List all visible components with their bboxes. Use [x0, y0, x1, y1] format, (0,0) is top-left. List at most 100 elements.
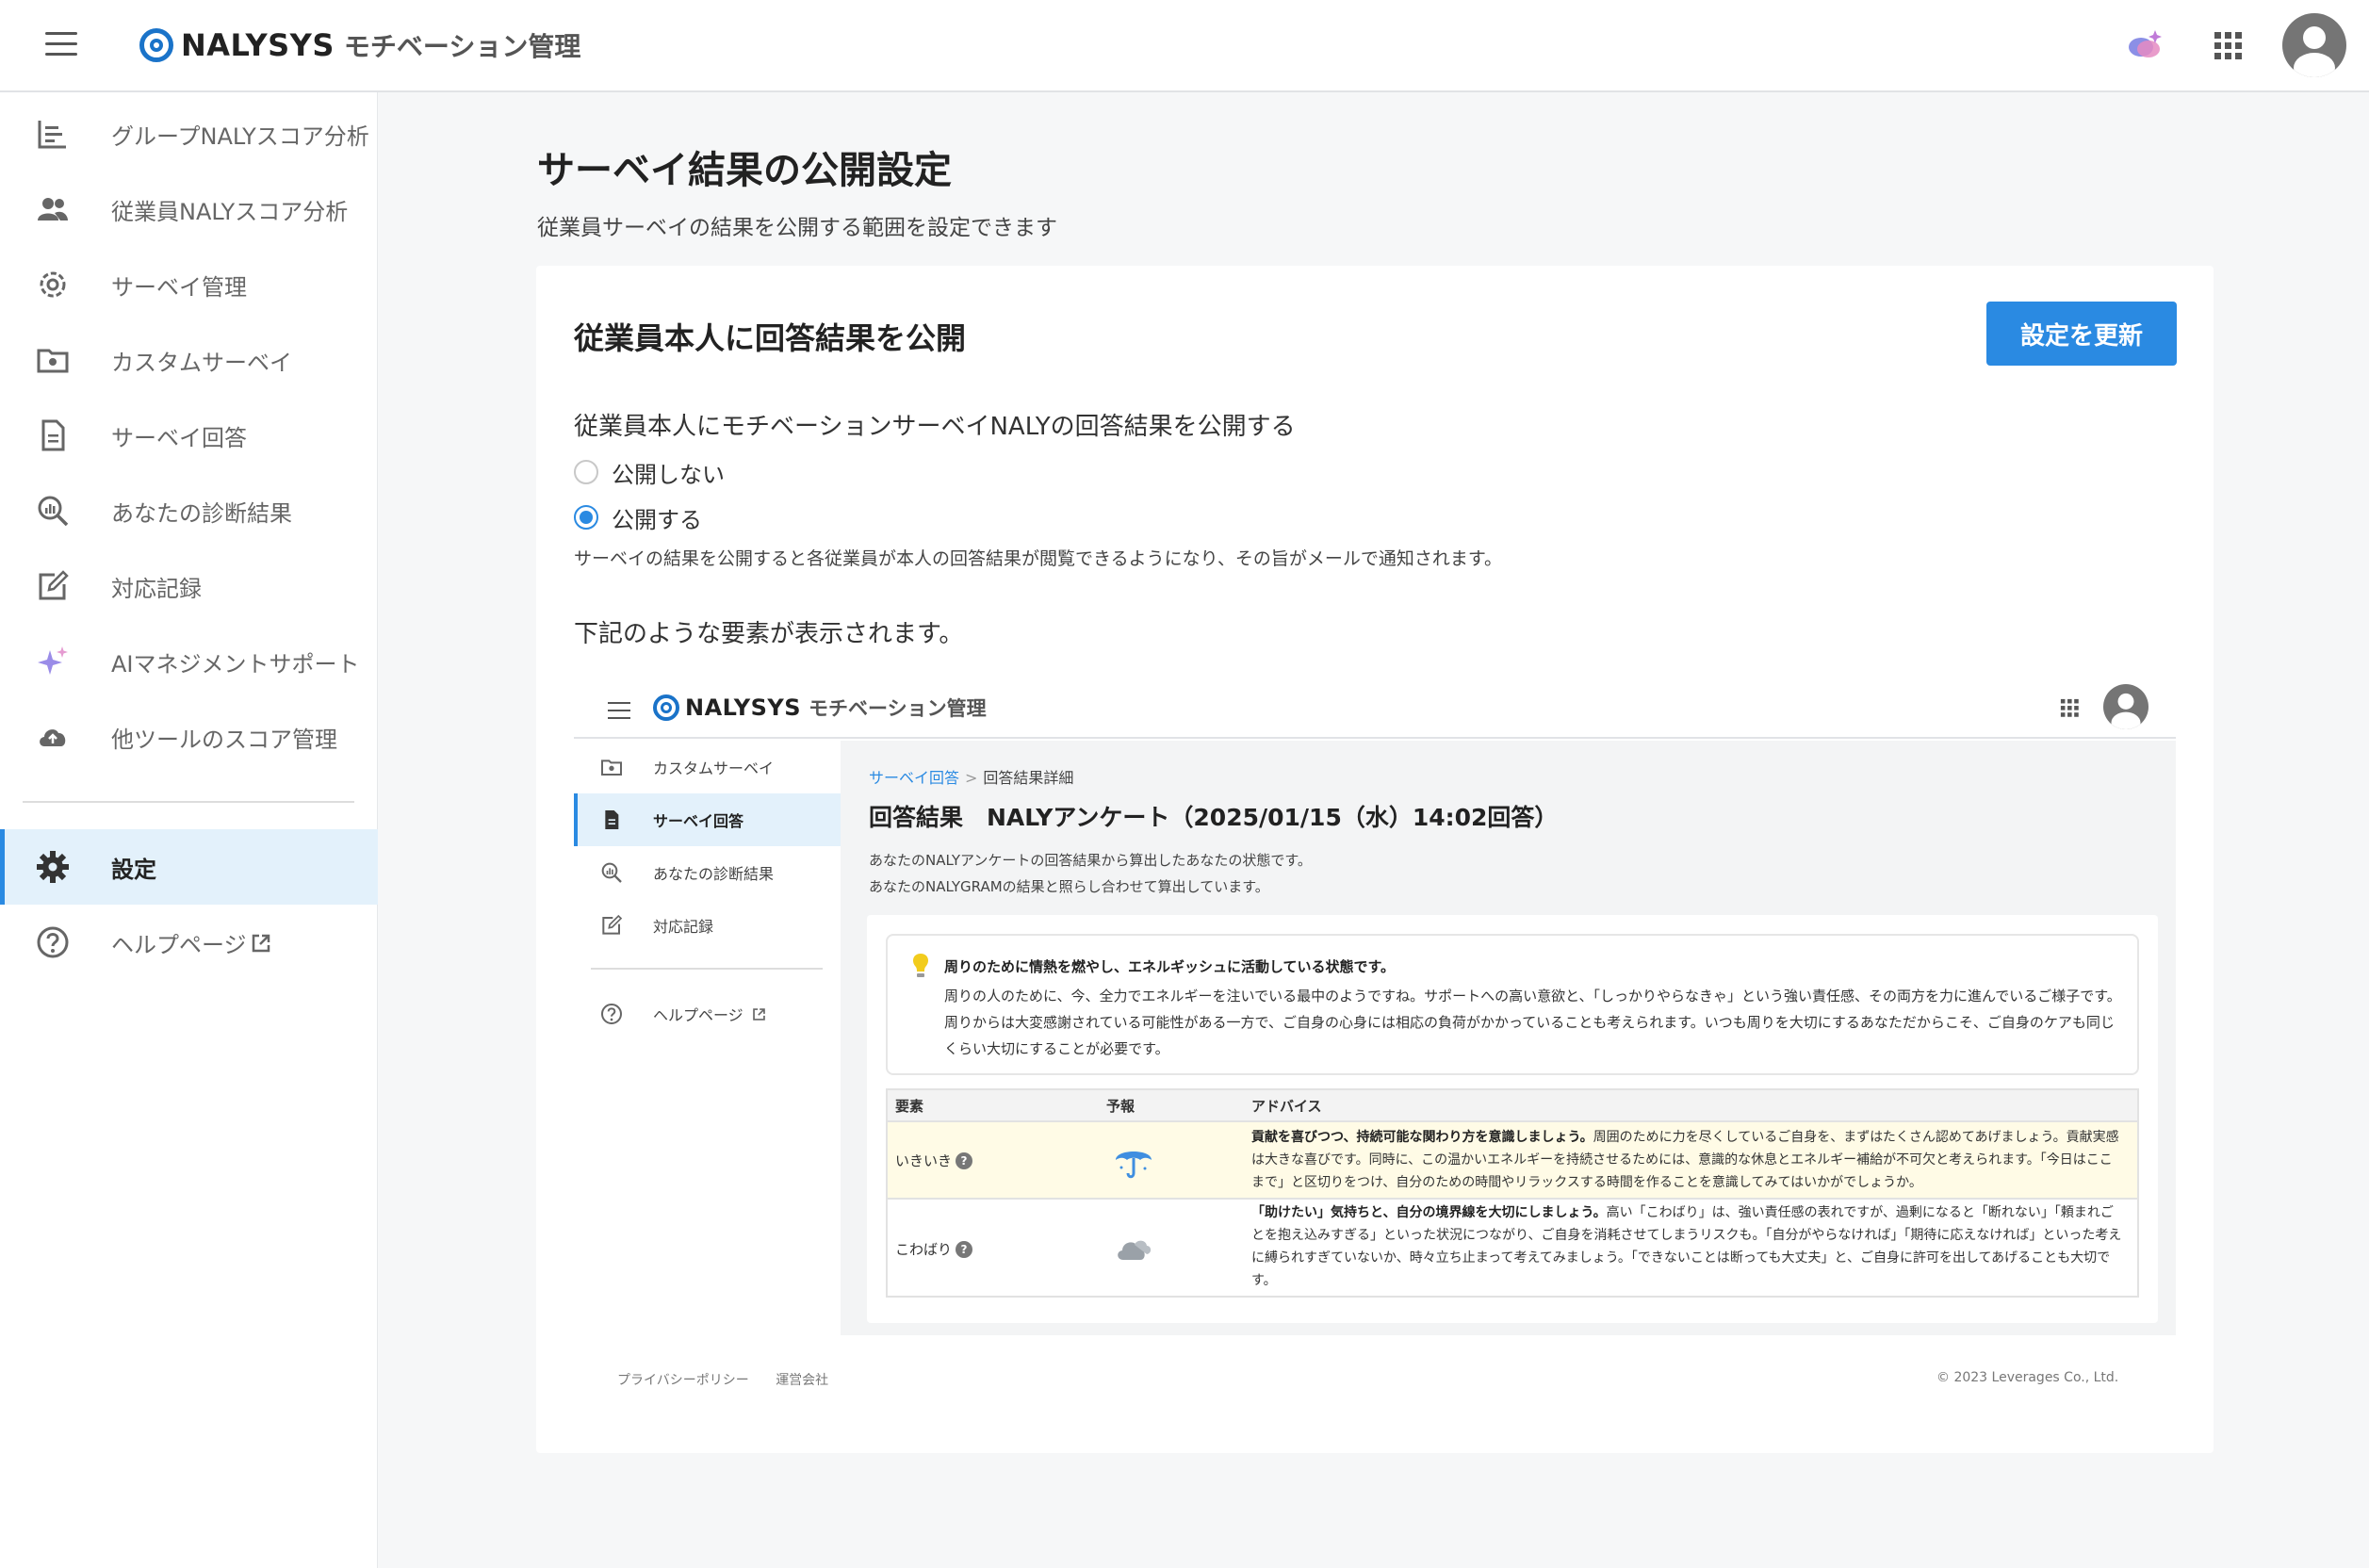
preview-heading: 下記のような要素が表示されます。: [574, 620, 964, 648]
sidebar-divider: [23, 801, 354, 803]
product-name: モチベーション管理: [343, 31, 581, 62]
sidebar-item-label: ヘルプページ: [111, 931, 247, 958]
sidebar-item-label: あなたの診断結果: [111, 499, 292, 527]
preview-result-panel: 周りのために情熱を燃やし、エネルギッシュに活動している状態です。 周りの人のため…: [867, 915, 2158, 1323]
sidebar-item-records[interactable]: 対応記録: [0, 548, 378, 624]
external-link-icon: [252, 934, 270, 953]
column-header-forecast: 予報: [1106, 1098, 1135, 1115]
preview-nav-help: ヘルプページ: [574, 988, 841, 1040]
advice-text: 「助けたい」気持ちと、自分の境界線を大切にしましょう。高い「こわばり」は、強い責…: [1251, 1201, 2123, 1292]
sidebar-item-survey-management[interactable]: サーベイ管理: [0, 247, 378, 322]
footer-link-company: 運営会社: [776, 1373, 829, 1388]
nalysys-logo-icon: [139, 28, 173, 62]
update-settings-button[interactable]: 設定を更新: [1986, 302, 2177, 366]
preview-nav-item: カスタムサーベイ: [574, 741, 841, 793]
brand-name: NALYSYS: [685, 694, 802, 721]
column-header-element: 要素: [895, 1098, 924, 1115]
avatar: [2103, 684, 2148, 729]
people-icon: [38, 198, 68, 220]
sidebar-item-label: カスタムサーベイ: [111, 349, 292, 376]
sidebar-item-help[interactable]: ヘルプページ: [0, 905, 378, 980]
gear-outline-icon: [40, 271, 66, 298]
preview-nav-item-active: サーベイ回答: [574, 793, 841, 846]
footer-link-privacy: プライバシーポリシー: [617, 1373, 749, 1388]
user-avatar[interactable]: [2282, 13, 2346, 77]
advice-heading: 「助けたい」気持ちと、自分の境界線を大切にしましょう。: [1251, 1205, 1607, 1220]
sidebar-item-group-score[interactable]: グループNALYスコア分析: [0, 96, 378, 172]
sidebar-item-label: AIマネジメントサポート: [111, 650, 360, 678]
sidebar-item-survey-answers[interactable]: サーベイ回答: [0, 398, 378, 473]
document-icon: [605, 810, 619, 829]
breadcrumb-separator: >: [965, 769, 978, 787]
edit-note-icon: [39, 570, 69, 600]
card-title: 従業員本人に回答結果を公開: [574, 320, 967, 356]
sparkle-icon: [38, 646, 68, 675]
breadcrumb-current: 回答結果詳細: [983, 769, 1074, 787]
preview-divider: [591, 968, 823, 970]
magnifier-chart-icon: [601, 862, 622, 883]
sidebar-item-diagnosis[interactable]: あなたの診断結果: [0, 473, 378, 548]
preview-nav-label: サーベイ回答: [653, 812, 744, 830]
element-name: いきいき?: [895, 1151, 973, 1170]
ai-chat-icon[interactable]: [2126, 26, 2164, 64]
gear-icon: [37, 851, 69, 883]
table-header: [888, 1090, 2137, 1122]
lightbulb-icon: [913, 954, 928, 977]
help-circle-icon: [37, 926, 69, 958]
sidebar-item-ai-support[interactable]: AIマネジメントサポート: [0, 624, 378, 699]
help-circle-icon: [601, 1004, 622, 1024]
edit-note-icon: [602, 914, 623, 935]
magnifier-chart-icon: [38, 496, 69, 527]
sidebar-item-label: 従業員NALYスコア分析: [111, 198, 349, 225]
insight-body: 周りの人のために、今、全力でエネルギーを注いでいる最中のようですね。サポートへの…: [944, 988, 2121, 1057]
product-name: モチベーション管理: [809, 697, 987, 720]
menu-icon[interactable]: [45, 30, 77, 57]
preview-nav-item: 対応記録: [574, 899, 841, 952]
preview-nav-label: あなたの診断結果: [653, 865, 775, 883]
sidebar-item-label: サーベイ管理: [111, 273, 247, 301]
folder-gear-icon: [601, 760, 622, 776]
preview-copyright: © 2023 Leverages Co., Ltd.: [1936, 1370, 2119, 1385]
brand-name: NALYSYS: [181, 27, 335, 63]
apps-grid-icon: [2060, 698, 2079, 717]
advice-heading: 貢献を喜びつつ、持続可能な関わり方を意識しましょう。: [1251, 1130, 1593, 1145]
sidebar-item-employee-score[interactable]: 従業員NALYスコア分析: [0, 172, 378, 247]
cloud-icon: [1118, 1240, 1152, 1260]
preview-logo: NALYSYS モチベーション管理: [653, 694, 987, 722]
insight-box: 周りのために情熱を燃やし、エネルギッシュに活動している状態です。 周りの人のため…: [886, 934, 2139, 1075]
preview-sidebar: カスタムサーベイ サーベイ回答 あなたの診断結果 対応記録 ヘルプページ: [574, 741, 841, 1412]
advice-text: 貢献を喜びつつ、持続可能な関わり方を意識しましょう。周囲のために力を尽くしている…: [1251, 1126, 2123, 1194]
element-label: いきいき: [895, 1152, 953, 1169]
external-link-icon: [753, 1008, 765, 1021]
sidebar-item-label: 他ツールのスコア管理: [111, 726, 337, 753]
sidebar-item-settings[interactable]: 設定: [0, 829, 378, 905]
question-mark-icon: ?: [956, 1152, 973, 1169]
radio-option-unpublish[interactable]: 公開しない: [574, 456, 725, 488]
apps-grid-icon[interactable]: [2209, 26, 2246, 64]
preview-main: サーベイ回答 > 回答結果詳細 回答結果 NALYアンケート（2025/01/15（…: [841, 741, 2176, 1335]
breadcrumb-link: サーベイ回答: [869, 769, 960, 787]
radio-unpublish[interactable]: [574, 460, 598, 484]
sidebar-item-label: 設定: [111, 856, 156, 883]
cloud-upload-icon: [40, 729, 66, 746]
preview-footer-links: プライバシーポリシー 運営会社: [617, 1370, 828, 1389]
result-preview: NALYSYS モチベーション管理 カスタムサーベイ サーベイ回答 あなたの診断…: [574, 677, 2176, 1412]
table-row: いきいき? 貢献を喜びつつ、持続可能な関わり方を意識しましょう。周囲のために力を…: [888, 1122, 2137, 1200]
page-title: サーベイ結果の公開設定: [537, 149, 952, 192]
radio-label: 公開しない: [612, 461, 725, 488]
preview-nav-label: 対応記録: [653, 918, 714, 936]
sidebar-item-other-tools[interactable]: 他ツールのスコア管理: [0, 699, 378, 775]
preview-nav-label: ヘルプページ: [653, 1006, 743, 1024]
preview-header: NALYSYS モチベーション管理: [574, 677, 2176, 739]
folder-gear-icon: [37, 349, 69, 373]
radio-option-publish[interactable]: 公開する: [574, 501, 702, 533]
publish-note: サーベイの結果を公開すると各従業員が本人の回答結果が閲覧できるようになり、その旨…: [574, 548, 1502, 569]
umbrella-icon: [1116, 1152, 1152, 1179]
preview-desc: あなたのNALYGRAMの結果と照らし合わせて算出しています。: [869, 878, 1269, 895]
sidebar-item-label: グループNALYスコア分析: [111, 122, 369, 150]
radio-publish[interactable]: [574, 505, 598, 530]
sidebar-item-custom-survey[interactable]: カスタムサーベイ: [0, 322, 378, 398]
radio-label: 公開する: [612, 506, 702, 533]
menu-icon: [608, 701, 630, 720]
app-logo[interactable]: NALYSYS モチベーション管理: [139, 24, 580, 66]
